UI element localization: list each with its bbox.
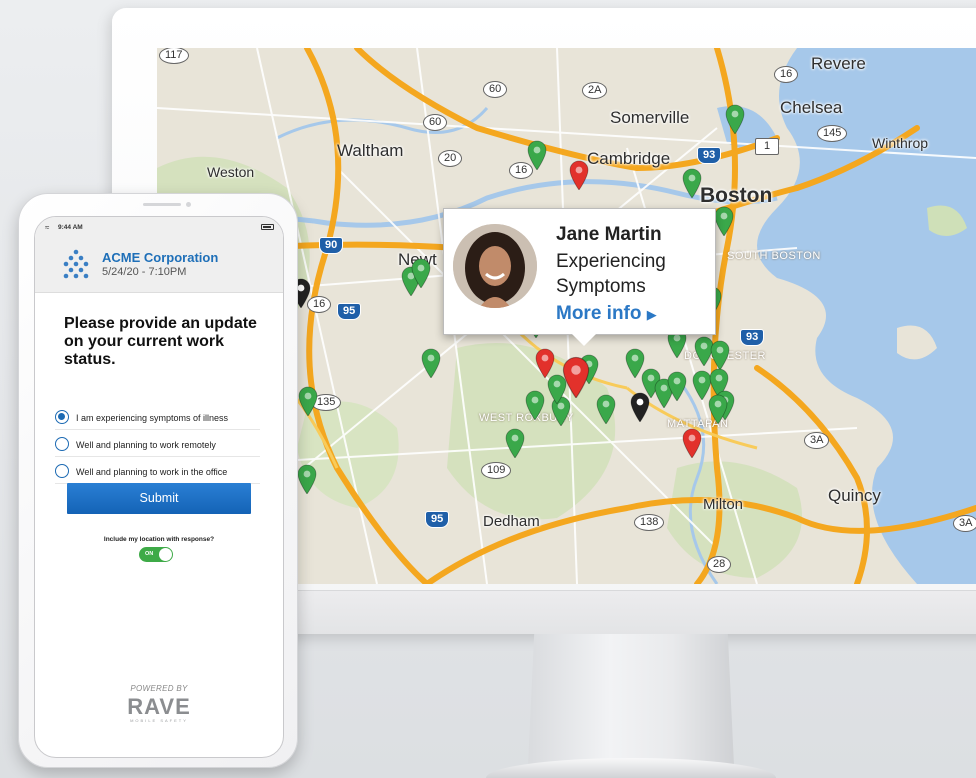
- interstate-shield: 95: [425, 511, 450, 528]
- route-shield: 16: [774, 66, 799, 83]
- option-office[interactable]: Well and planning to work in the office: [55, 458, 260, 484]
- more-info-label: More info: [556, 303, 642, 324]
- radio-button[interactable]: [55, 464, 69, 478]
- map-pin-green-icon[interactable]: [667, 371, 687, 402]
- radio-button-checked[interactable]: [55, 410, 69, 424]
- map-pin-green-icon[interactable]: [525, 390, 545, 421]
- app-header: ACME Corporation 5/24/20 - 7:10PM: [35, 237, 283, 293]
- toggle-knob: [159, 548, 172, 561]
- submit-button[interactable]: Submit: [67, 483, 251, 514]
- map-label-cambridge: Cambridge: [587, 149, 671, 168]
- status-time: 9:44 AM: [58, 224, 83, 231]
- interstate-shield: 93: [740, 329, 765, 346]
- survey-question: Please provide an update on your current…: [64, 315, 257, 368]
- interstate-shield: 95: [337, 303, 362, 320]
- location-toggle[interactable]: ON: [139, 547, 173, 562]
- route-shield: 117: [159, 48, 189, 64]
- option-label: Well and planning to work remotely: [76, 440, 216, 450]
- map-label-dedham: Dedham: [483, 513, 540, 530]
- phone-screen: ≈ 9:44 AM ACME Corporation 5/24/20 - 7:1…: [34, 216, 284, 758]
- map-pin-green-icon[interactable]: [714, 206, 734, 237]
- map-pin-green-icon[interactable]: [505, 428, 525, 459]
- route-shield: 3A: [953, 515, 976, 532]
- caret-right-icon: ▶: [646, 307, 657, 322]
- user-name: Jane Martin: [556, 224, 662, 245]
- map-label-south-boston: SOUTH BOSTON: [727, 250, 821, 262]
- phone-speaker: [143, 203, 181, 206]
- map-label-boston: Boston: [700, 184, 773, 207]
- route-shield: 28: [707, 556, 732, 573]
- route-shield: 60: [483, 81, 508, 98]
- map-pin-green-icon[interactable]: [527, 140, 547, 171]
- option-label: I am experiencing symptoms of illness: [76, 413, 229, 423]
- map-label-somerville: Somerville: [610, 108, 690, 127]
- user-avatar: [453, 224, 537, 308]
- option-remote[interactable]: Well and planning to work remotely: [55, 431, 260, 457]
- map-label-chelsea: Chelsea: [780, 98, 843, 117]
- map-label-waltham: Waltham: [337, 141, 404, 160]
- wifi-icon: ≈: [45, 223, 50, 232]
- option-symptoms[interactable]: I am experiencing symptoms of illness: [55, 404, 260, 430]
- user-info-popup[interactable]: Jane Martin Experiencing Symptoms More i…: [443, 208, 716, 346]
- interstate-shield: 93: [697, 147, 722, 164]
- toggle-state-label: ON: [145, 551, 154, 557]
- map-pin-green-icon[interactable]: [421, 348, 441, 379]
- map-pin-green-icon[interactable]: [710, 340, 730, 371]
- route-shield: 60: [423, 114, 448, 131]
- map-pin-green-icon[interactable]: [411, 258, 431, 289]
- option-label: Well and planning to work in the office: [76, 467, 228, 477]
- rave-logo: RAVE: [127, 694, 191, 719]
- mobile-phone: ≈ 9:44 AM ACME Corporation 5/24/20 - 7:1…: [18, 193, 298, 768]
- map-pin-green-icon[interactable]: [708, 394, 728, 425]
- map-pin-red-icon[interactable]: [562, 356, 590, 399]
- map-pin-green-icon[interactable]: [682, 168, 702, 199]
- map-pin-green-icon[interactable]: [297, 464, 317, 495]
- map-pin-red-icon[interactable]: [569, 160, 589, 191]
- status-bar: ≈ 9:44 AM: [35, 217, 283, 237]
- map-label-weston: Weston: [207, 164, 255, 180]
- powered-by-label: POWERED BY: [130, 684, 188, 693]
- user-status: Experiencing Symptoms: [556, 251, 666, 297]
- radio-button[interactable]: [55, 437, 69, 451]
- map-pin-green-icon[interactable]: [596, 394, 616, 425]
- map-label-winthrop: Winthrop: [872, 135, 929, 151]
- more-info-link[interactable]: More info ▶: [556, 303, 657, 325]
- acme-logo-icon: [63, 249, 89, 279]
- map-label-milton: Milton: [703, 496, 744, 513]
- map-pin-green-icon[interactable]: [725, 104, 745, 135]
- map-label-revere: Revere: [811, 54, 866, 73]
- map-pin-black-icon[interactable]: [630, 392, 650, 423]
- message-date: 5/24/20 - 7:10PM: [102, 266, 187, 278]
- route-shield: 1: [755, 138, 779, 155]
- org-name: ACME Corporation: [102, 250, 219, 265]
- monitor-stand: [528, 634, 734, 766]
- interstate-shield: 90: [319, 237, 344, 254]
- phone-camera: [186, 202, 191, 207]
- route-shield: 20: [438, 150, 463, 167]
- map-pin-green-icon[interactable]: [298, 386, 318, 417]
- location-toggle-label: Include my location with response?: [103, 536, 215, 543]
- battery-icon: [261, 224, 274, 230]
- map-pin-red-icon[interactable]: [682, 428, 702, 459]
- rave-logo-subtitle: MOBILE SAFETY: [130, 718, 188, 723]
- map-label-quincy: Quincy: [828, 486, 881, 505]
